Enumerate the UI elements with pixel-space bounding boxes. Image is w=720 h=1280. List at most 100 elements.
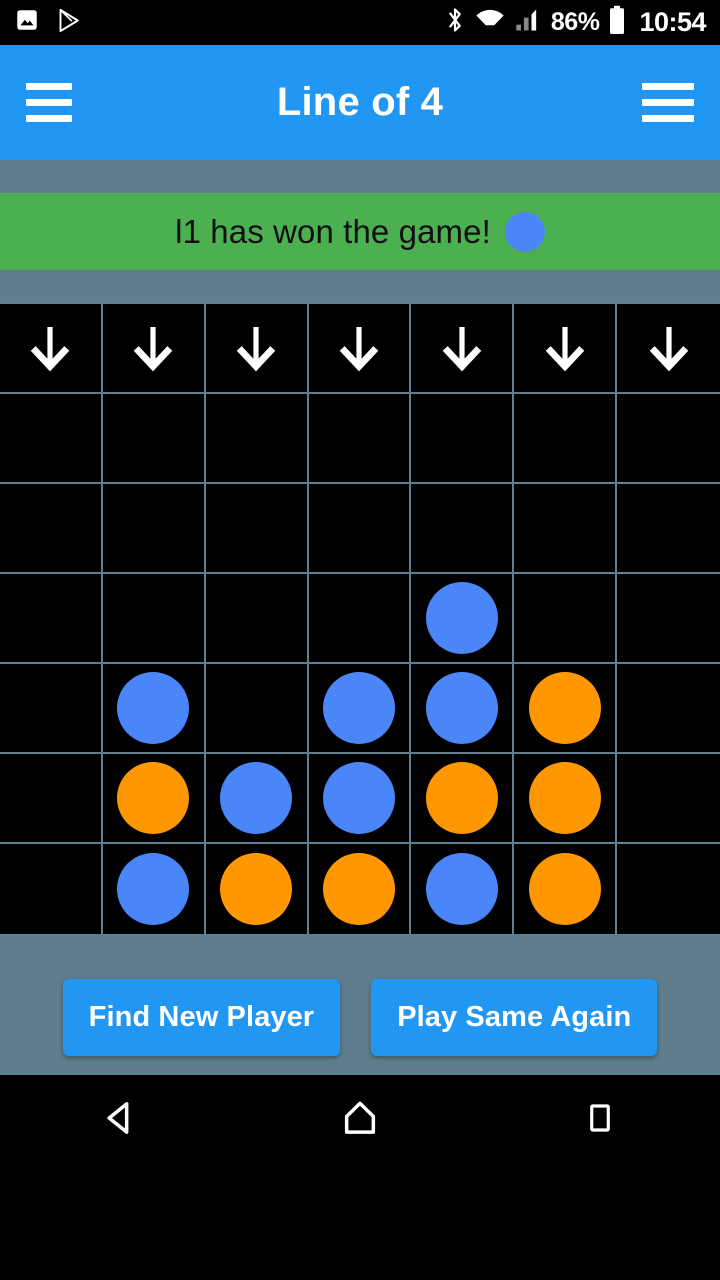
player1-disc: [322, 672, 395, 744]
board-cell-r6-c5: [514, 844, 618, 934]
board-cell-r3-c5: [514, 574, 618, 664]
board-cell-r1-c3: [308, 394, 412, 484]
board-cell-r5-c1: [102, 754, 206, 844]
app-bar: Line of 4: [0, 45, 720, 160]
arrow-down-icon: [133, 327, 173, 372]
player2-disc: [425, 762, 498, 834]
drop-column-button-1[interactable]: [102, 304, 206, 394]
bluetooth-icon: [444, 6, 466, 39]
status-bar: 86% 10:54: [0, 0, 720, 45]
board-cell-r2-c5: [514, 484, 618, 574]
player2-disc: [528, 672, 601, 744]
board-cell-r4-c6: [617, 664, 720, 754]
hamburger-line: [26, 83, 72, 90]
board-cell-r3-c2: [205, 574, 309, 664]
drop-column-button-0[interactable]: [0, 304, 103, 394]
board-cell-r5-c0: [0, 754, 103, 844]
player1-disc: [425, 582, 498, 654]
game-board[interactable]: [0, 302, 720, 936]
page-title: Line of 4: [276, 80, 444, 124]
player1-disc: [322, 762, 395, 834]
board-cell-r4-c2: [205, 664, 309, 754]
board-cell-r3-c0: [0, 574, 103, 664]
board-cell-r5-c3: [308, 754, 412, 844]
board-cell-r4-c4: [411, 664, 515, 754]
arrow-down-icon: [236, 327, 276, 372]
board-cell-r1-c1: [102, 394, 206, 484]
hamburger-line: [642, 83, 694, 90]
banner-board-spacer: [0, 270, 720, 302]
player1-disc: [117, 853, 190, 925]
home-icon[interactable]: [295, 1083, 425, 1153]
player2-disc: [117, 762, 190, 834]
player2-disc: [322, 853, 395, 925]
board-cell-r4-c0: [0, 664, 103, 754]
board-cell-r2-c6: [617, 484, 720, 574]
android-navigation-bar: [0, 1075, 720, 1160]
board-cell-r3-c6: [617, 574, 720, 664]
hamburger-menu-icon-left[interactable]: [26, 83, 72, 122]
cellular-signal-icon: [514, 7, 542, 38]
drop-column-button-2[interactable]: [205, 304, 309, 394]
winner-message: l1 has won the game!: [175, 212, 491, 250]
board-cell-r5-c6: [617, 754, 720, 844]
action-button-row: Find New Player Play Same Again: [0, 936, 720, 1056]
board-cell-r3-c4: [411, 574, 515, 664]
recents-square-icon[interactable]: [535, 1083, 665, 1153]
board-cell-r2-c2: [205, 484, 309, 574]
photo-icon: [14, 7, 40, 38]
drop-column-button-3[interactable]: [308, 304, 412, 394]
board-cell-r6-c6: [617, 844, 720, 934]
board-cell-r6-c1: [103, 844, 206, 934]
board-cell-r1-c0: [0, 394, 103, 484]
arrow-down-icon: [649, 327, 688, 372]
hamburger-menu-icon-right[interactable]: [642, 83, 694, 122]
top-spacer: [0, 160, 720, 193]
status-banner: l1 has won the game!: [0, 193, 720, 270]
arrow-down-icon: [545, 327, 584, 372]
board-cell-r1-c6: [617, 394, 720, 484]
board-cell-r1-c2: [205, 394, 309, 484]
hamburger-line: [26, 99, 72, 106]
play-same-again-button[interactable]: Play Same Again: [371, 979, 658, 1056]
wifi-icon: [475, 8, 505, 37]
status-bar-right-icons: 86% 10:54: [444, 5, 706, 40]
battery-full-icon: [608, 5, 626, 40]
board-cell-r6-c0: [0, 844, 103, 934]
arrow-down-icon: [442, 327, 482, 372]
status-bar-clock: 10:54: [639, 7, 706, 37]
drop-column-button-4[interactable]: [411, 304, 515, 394]
board-cell-r3-c1: [102, 574, 206, 664]
drop-column-button-6[interactable]: [617, 304, 720, 394]
board-cell-r2-c3: [308, 484, 412, 574]
battery-percentage: 86%: [550, 8, 600, 36]
player1-disc: [220, 762, 293, 834]
player1-disc: [425, 672, 498, 744]
back-triangle-icon[interactable]: [55, 1083, 185, 1153]
board-cell-r5-c5: [514, 754, 618, 844]
board-cell-r3-c3: [308, 574, 412, 664]
hamburger-line: [642, 115, 694, 122]
status-bar-left-icons: [14, 7, 83, 39]
player2-disc: [528, 762, 601, 834]
hamburger-line: [26, 115, 72, 122]
board-cell-r1-c4: [411, 394, 515, 484]
drop-column-button-5[interactable]: [514, 304, 618, 394]
player1-disc: [117, 672, 190, 744]
board-cell-r4-c3: [308, 664, 412, 754]
player2-disc: [528, 853, 601, 925]
game-screen: l1 has won the game! Find New Player Pla…: [0, 160, 720, 1160]
arrow-down-icon: [339, 327, 379, 372]
board-cell-r2-c1: [102, 484, 206, 574]
hamburger-line: [642, 99, 694, 106]
player1-disc: [425, 853, 498, 925]
find-new-player-button[interactable]: Find New Player: [62, 979, 341, 1056]
board-cell-r1-c5: [514, 394, 618, 484]
board-cell-r6-c4: [411, 844, 515, 934]
board-cell-r6-c2: [206, 844, 309, 934]
play-store-icon: [56, 7, 83, 39]
board-cell-r5-c2: [205, 754, 309, 844]
winner-disc-icon: [504, 211, 545, 252]
board-cell-r4-c5: [514, 664, 618, 754]
arrow-down-icon: [31, 327, 70, 372]
